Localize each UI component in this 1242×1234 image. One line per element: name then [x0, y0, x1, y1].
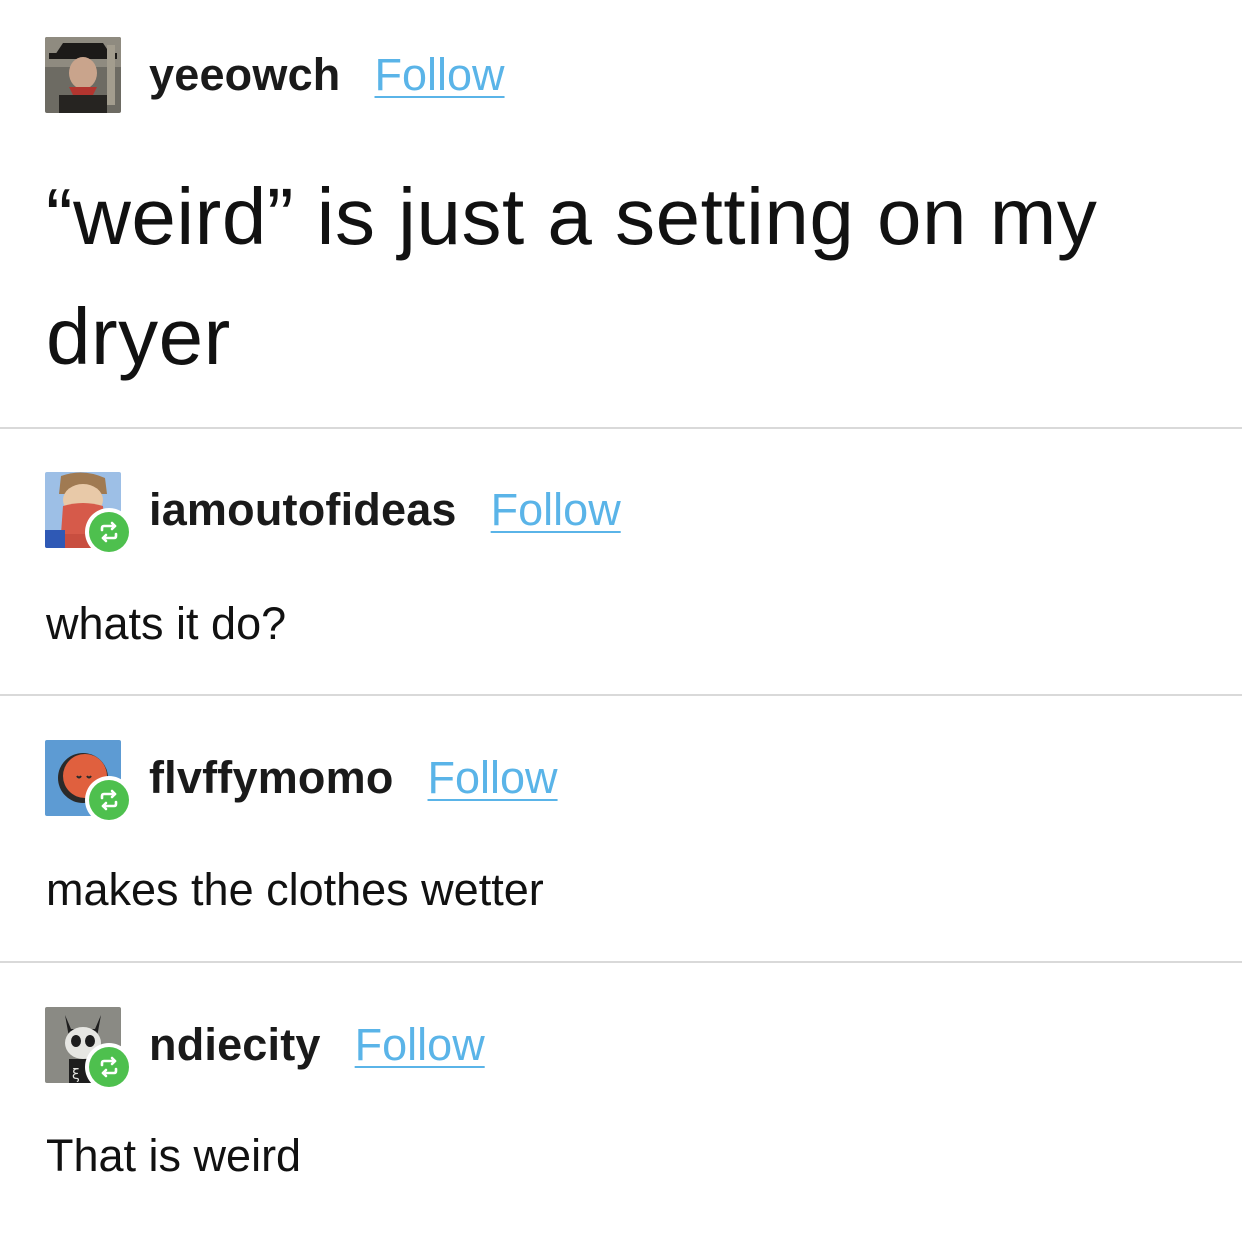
reblog-badge	[85, 508, 133, 556]
follow-button[interactable]: Follow	[428, 752, 558, 804]
reblog-badge	[85, 1043, 133, 1091]
post-header: ξ ndiecity Follow	[45, 1007, 485, 1091]
follow-button[interactable]: Follow	[355, 1019, 485, 1071]
reblog-icon	[89, 512, 129, 552]
avatar-wrap[interactable]	[45, 37, 121, 113]
divider	[0, 694, 1242, 696]
avatar-wrap[interactable]	[45, 472, 133, 556]
post-text: makes the clothes wetter	[46, 864, 544, 915]
avatar[interactable]	[45, 37, 121, 113]
divider	[0, 427, 1242, 429]
post-header: yeeowch Follow	[45, 37, 505, 113]
reblog-icon	[89, 780, 129, 820]
post-header: flvffymomo Follow	[45, 740, 558, 824]
svg-text:ξ: ξ	[72, 1067, 80, 1083]
follow-button[interactable]: Follow	[375, 49, 505, 101]
post-header: iamoutofideas Follow	[45, 472, 621, 556]
username[interactable]: iamoutofideas	[149, 484, 457, 536]
username[interactable]: yeeowch	[149, 49, 341, 101]
avatar-wrap[interactable]: ξ	[45, 1007, 133, 1091]
reblog-badge	[85, 776, 133, 824]
post-text: That is weird	[46, 1130, 302, 1181]
reblog-icon	[89, 1047, 129, 1087]
username[interactable]: flvffymomo	[149, 752, 394, 804]
reblog-thread: yeeowch Follow “weird” is just a setting…	[0, 0, 1242, 1234]
post-text: “weird” is just a setting on my dryer	[46, 172, 1098, 381]
post-text: whats it do?	[46, 598, 287, 649]
username[interactable]: ndiecity	[149, 1019, 321, 1071]
divider	[0, 961, 1242, 963]
follow-button[interactable]: Follow	[491, 484, 621, 536]
avatar-wrap[interactable]	[45, 740, 133, 824]
